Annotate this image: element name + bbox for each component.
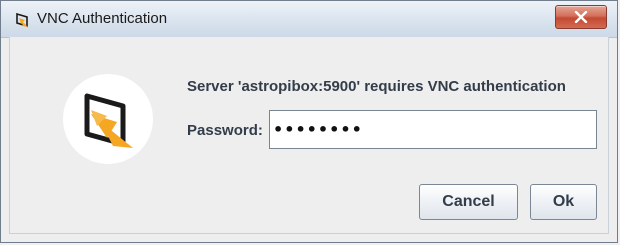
vnc-logo xyxy=(63,74,153,164)
close-button[interactable] xyxy=(555,5,607,29)
cancel-button[interactable]: Cancel xyxy=(419,184,518,220)
close-icon xyxy=(574,11,588,23)
ok-button[interactable]: Ok xyxy=(530,184,597,220)
auth-message: Server 'astropibox:5900' requires VNC au… xyxy=(187,78,566,95)
password-label: Password: xyxy=(187,122,263,139)
vnc-logo-icon xyxy=(15,12,31,28)
password-field[interactable]: •••••••• xyxy=(269,110,597,149)
vnc-logo-icon xyxy=(84,93,133,148)
vnc-authentication-dialog: VNC Authentication Server 'astropibox:59… xyxy=(0,0,618,243)
window-title: VNC Authentication xyxy=(37,10,168,27)
title-bar[interactable]: VNC Authentication xyxy=(1,1,617,38)
